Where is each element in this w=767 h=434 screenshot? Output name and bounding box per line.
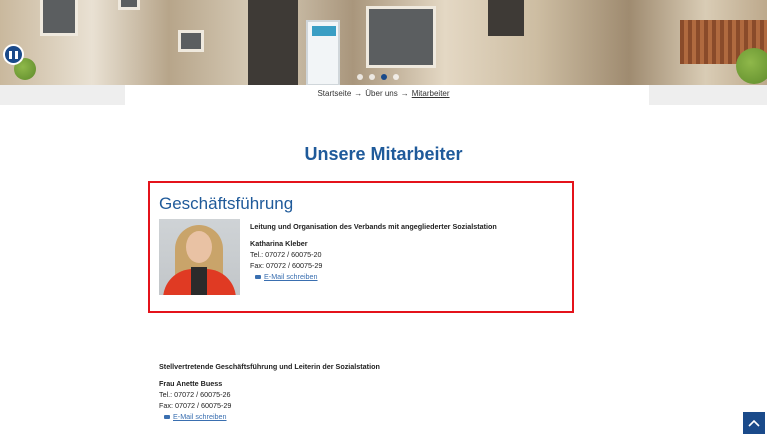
slider-dots (357, 74, 399, 80)
window (178, 30, 204, 52)
window (118, 0, 140, 10)
staff-fax: Fax: 07072 / 60075-29 (159, 401, 232, 410)
slider-dot[interactable] (369, 74, 375, 80)
breadcrumb-home-link[interactable]: Startseite (317, 89, 351, 98)
window (40, 0, 78, 36)
slider-dot[interactable] (393, 74, 399, 80)
breadcrumb-current-link[interactable]: Mitarbeiter (412, 89, 450, 98)
slider-dot[interactable] (357, 74, 363, 80)
ebike-sign (306, 20, 340, 85)
chevron-up-icon (748, 419, 760, 427)
window (488, 0, 524, 36)
breadcrumb-arrow-icon: → (354, 89, 363, 98)
doorway (248, 0, 298, 85)
mail-icon (255, 274, 261, 279)
breadcrumb: Startseite → Über uns → Mitarbeiter (0, 89, 767, 98)
mail-icon (164, 414, 170, 419)
plant (736, 48, 767, 84)
email-link-label: E-Mail schreiben (264, 272, 318, 281)
slider-pause-button[interactable] (3, 44, 24, 65)
section-title: Geschäftsführung (159, 194, 294, 213)
staff-phone: Tel.: 07072 / 60075-20 (250, 250, 322, 259)
email-link-label: E-Mail schreiben (173, 412, 227, 421)
email-link[interactable]: E-Mail schreiben (164, 412, 227, 421)
back-to-top-button[interactable] (743, 412, 765, 434)
email-link[interactable]: E-Mail schreiben (255, 272, 318, 281)
slider-dot-active[interactable] (381, 74, 387, 80)
staff-name: Katharina Kleber (250, 239, 308, 248)
staff-role: Stellvertretende Geschäftsführung und Le… (159, 362, 380, 371)
staff-photo (159, 219, 240, 295)
shop-window (366, 6, 436, 68)
hero-image (0, 0, 767, 85)
breadcrumb-about-link[interactable]: Über uns (365, 89, 397, 98)
page-title: Unsere Mitarbeiter (304, 144, 463, 164)
staff-phone: Tel.: 07072 / 60075-26 (159, 390, 231, 399)
staff-role: Leitung und Organisation des Verbands mi… (250, 222, 497, 231)
staff-fax: Fax: 07072 / 60075-29 (250, 261, 323, 270)
pause-icon (15, 50, 18, 59)
staff-name: Frau Anette Buess (159, 379, 223, 388)
breadcrumb-arrow-icon: → (400, 89, 409, 98)
pause-icon (9, 50, 12, 59)
